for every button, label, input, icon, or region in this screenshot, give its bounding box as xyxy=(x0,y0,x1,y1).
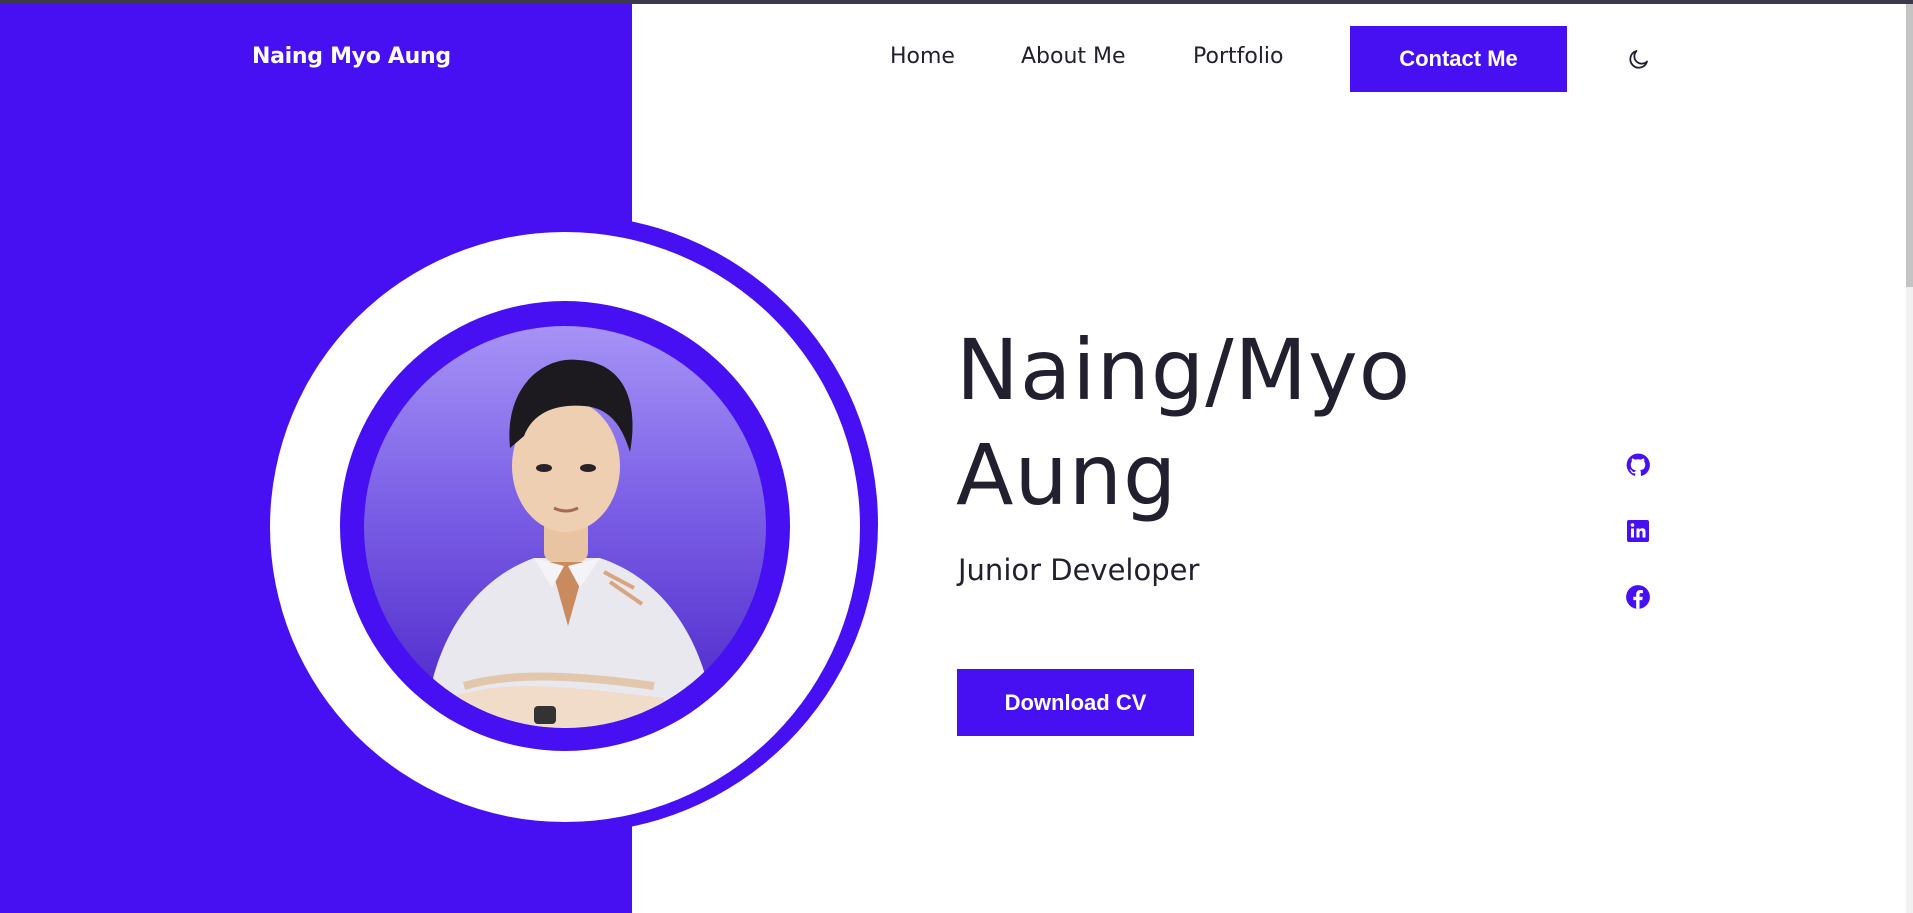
download-cv-button[interactable]: Download CV xyxy=(957,669,1194,736)
nav-home[interactable]: Home xyxy=(890,44,955,69)
profile-photo xyxy=(364,326,766,728)
nav-about-me[interactable]: About Me xyxy=(1021,44,1126,69)
github-icon xyxy=(1626,453,1650,476)
facebook-icon xyxy=(1626,585,1650,609)
page-scrollbar-thumb[interactable] xyxy=(1906,4,1913,287)
contact-me-button[interactable]: Contact Me xyxy=(1350,26,1567,92)
nav-portfolio[interactable]: Portfolio xyxy=(1193,44,1284,69)
moon-icon xyxy=(1629,50,1648,69)
hero-name-line2: Aung xyxy=(956,426,1178,524)
portfolio-page: Naing Myo Aung Home About Me Portfolio C… xyxy=(0,0,1913,913)
hero-role-subtitle: Junior Developer xyxy=(958,553,1200,587)
profile-person-illustration xyxy=(424,359,716,728)
linkedin-link[interactable] xyxy=(1624,517,1652,545)
brand-logo-text[interactable]: Naing Myo Aung xyxy=(252,44,451,69)
facebook-link[interactable] xyxy=(1624,583,1652,611)
hero-name-heading: Naing/Myo Aung xyxy=(956,318,1516,528)
theme-toggle-button[interactable] xyxy=(1624,44,1654,74)
github-link[interactable] xyxy=(1624,451,1652,479)
hero-name-line1: Naing/Myo xyxy=(956,321,1412,419)
linkedin-icon xyxy=(1627,520,1649,542)
